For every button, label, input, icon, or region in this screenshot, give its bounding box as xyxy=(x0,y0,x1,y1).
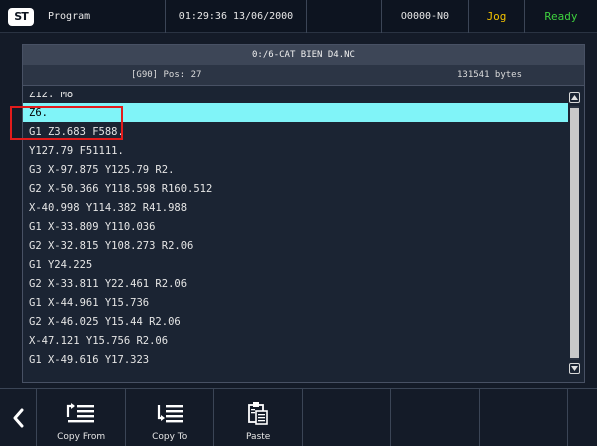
scroll-down-button[interactable] xyxy=(569,363,580,374)
status-bar: ST Program 01:29:36 13/06/2000 O0000-N0 … xyxy=(0,0,597,33)
back-button[interactable] xyxy=(0,389,38,446)
program-number: O0000-N0 xyxy=(382,0,469,33)
vertical-scrollbar[interactable] xyxy=(569,92,580,382)
code-line[interactable]: G1 Y24.225 xyxy=(23,255,568,274)
code-line[interactable]: G2 X-32.815 Y108.273 R2.06 xyxy=(23,236,568,255)
file-info-bar: [G90] Pos: 27 131541 bytes xyxy=(23,65,584,86)
code-line[interactable]: Y127.79 F51111. xyxy=(23,141,568,160)
scroll-thumb[interactable] xyxy=(570,108,579,358)
clipboard-icon xyxy=(248,402,268,425)
program-editor: 0:/6-CAT BIEN D4.NC [G90] Pos: 27 131541… xyxy=(22,44,585,383)
code-line[interactable]: Z6. xyxy=(23,103,568,122)
copy-to-icon xyxy=(157,405,183,423)
toolbar-slot-empty[interactable] xyxy=(303,389,392,446)
paste-label: Paste xyxy=(246,432,271,442)
copy-from-button[interactable]: Copy From xyxy=(37,389,126,446)
toolbar-slot-empty[interactable] xyxy=(391,389,480,446)
datetime-display: 01:29:36 13/06/2000 xyxy=(166,0,307,33)
file-size: 131541 bytes xyxy=(457,70,523,80)
cursor-position: [G90] Pos: 27 xyxy=(131,70,202,80)
code-line[interactable]: Z12. M8 xyxy=(23,92,568,103)
code-line[interactable]: G1 X-33.809 Y110.036 xyxy=(23,217,568,236)
code-line[interactable]: G2 X-50.366 Y118.598 R160.512 xyxy=(23,179,568,198)
code-line[interactable]: G1 Z3.683 F588. xyxy=(23,122,568,141)
copy-to-button[interactable]: Copy To xyxy=(126,389,215,446)
app-label: Program xyxy=(48,11,91,22)
mode-indicator: Jog xyxy=(469,0,525,33)
scroll-up-icon xyxy=(571,95,578,100)
code-line[interactable]: G2 X-46.025 Y15.44 R2.06 xyxy=(23,312,568,331)
app-header: ST Program xyxy=(0,0,166,33)
copy-to-label: Copy To xyxy=(152,432,188,442)
bottom-toolbar: Copy From Copy To Paste xyxy=(0,388,597,446)
file-path: 0:/6-CAT BIEN D4.NC xyxy=(23,45,584,65)
brand-logo-text: ST xyxy=(14,10,28,23)
status-cell-empty xyxy=(307,0,382,33)
toolbar-slot-empty[interactable] xyxy=(480,389,569,446)
scroll-down-icon xyxy=(571,366,578,371)
code-line[interactable]: X-47.121 Y15.756 R2.06 xyxy=(23,331,568,350)
machine-status: Ready xyxy=(544,10,578,23)
copy-from-icon xyxy=(67,403,95,423)
scroll-up-button[interactable] xyxy=(569,92,580,103)
code-line[interactable]: G1 X-44.961 Y15.736 xyxy=(23,293,568,312)
code-line[interactable]: G1 X-49.616 Y17.323 xyxy=(23,350,568,369)
code-line[interactable]: G3 X-97.875 Y125.79 R2. xyxy=(23,160,568,179)
toolbar-slot-empty[interactable] xyxy=(568,389,597,446)
code-listing[interactable]: Z12. M8 Z6. G1 Z3.683 F588. Y127.79 F51111.… xyxy=(23,92,568,382)
chevron-left-icon xyxy=(13,408,24,428)
code-line[interactable]: X-40.998 Y114.382 R41.988 xyxy=(23,198,568,217)
copy-from-label: Copy From xyxy=(57,432,106,442)
code-line[interactable]: G2 X-33.811 Y22.461 R2.06 xyxy=(23,274,568,293)
paste-button[interactable]: Paste xyxy=(214,389,303,446)
brand-logo: ST xyxy=(8,7,34,26)
